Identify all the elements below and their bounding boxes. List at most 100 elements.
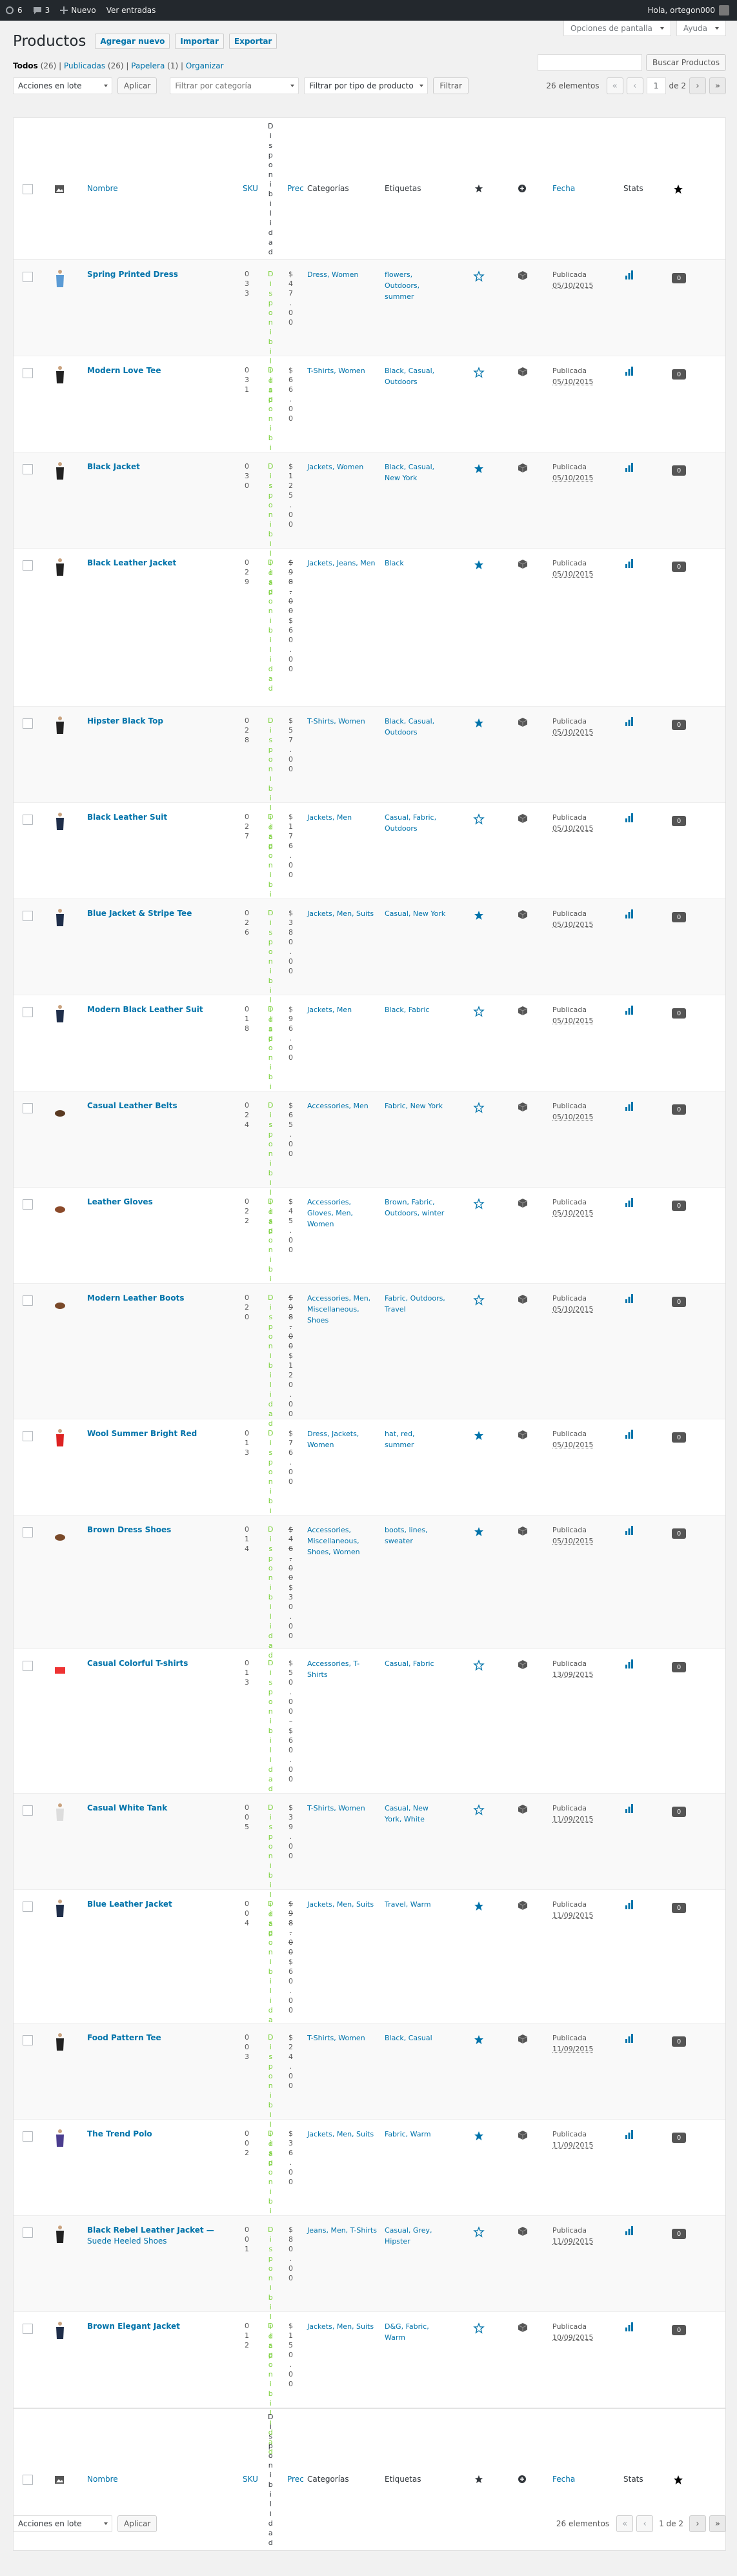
updates-link[interactable]: 6 <box>0 0 28 21</box>
product-name-link[interactable]: Brown Elegant Jacket <box>87 2321 239 2332</box>
product-name-link[interactable]: The Trend Polo <box>87 2129 239 2140</box>
row-checkbox[interactable] <box>23 368 33 378</box>
product-thumbnail[interactable] <box>54 461 66 480</box>
product-tags[interactable]: Fabric, Outdoors, Travel <box>385 1293 446 1315</box>
product-thumbnail[interactable] <box>54 1004 66 1022</box>
column-name[interactable]: Nombre <box>87 2475 118 2484</box>
featured-star-filled-icon[interactable] <box>473 717 485 731</box>
product-categories[interactable]: T-Shirts, Women <box>307 2033 379 2044</box>
product-thumbnail[interactable] <box>54 1899 66 1917</box>
product-name-link[interactable]: Food Pattern Tee <box>87 2033 239 2044</box>
apply-button[interactable]: Aplicar <box>117 77 157 94</box>
product-name-link[interactable]: Hipster Black Top <box>87 716 239 727</box>
product-tags[interactable]: Casual, Grey, Hipster <box>385 2225 446 2247</box>
product-categories[interactable]: Accessories, Men, Miscellaneous, Shoes <box>307 1293 379 1326</box>
product-name-link[interactable]: Black Leather Jacket <box>87 558 239 569</box>
product-thumbnail[interactable] <box>54 716 66 734</box>
product-name-link[interactable]: Leather Gloves <box>87 1197 239 1208</box>
import-button[interactable]: Importar <box>175 34 224 49</box>
category-filter-select[interactable]: Filtrar por categoría <box>170 77 299 94</box>
product-tags[interactable]: Fabric, Warm <box>385 2129 446 2140</box>
product-categories[interactable]: T-Shirts, Women <box>307 716 379 727</box>
product-thumbnail[interactable] <box>54 2033 66 2051</box>
column-date[interactable]: Fecha <box>552 184 575 193</box>
first-page-button[interactable]: « <box>616 2515 634 2532</box>
product-tags[interactable]: Black, Fabric <box>385 1004 446 1015</box>
row-checkbox[interactable] <box>23 1199 33 1210</box>
product-name-link[interactable]: Casual Leather Belts <box>87 1100 239 1111</box>
featured-star-empty-icon[interactable] <box>473 1294 485 1308</box>
stats-chart-icon[interactable] <box>625 1006 634 1017</box>
stats-chart-icon[interactable] <box>625 1900 634 1911</box>
export-button[interactable]: Exportar <box>228 34 278 49</box>
row-checkbox[interactable] <box>23 1805 33 1816</box>
comments-link[interactable]: 3 <box>28 0 56 21</box>
product-tags[interactable]: Black, Casual, New York <box>385 461 446 483</box>
product-thumbnail[interactable] <box>54 1293 66 1311</box>
column-price[interactable]: Precio <box>287 184 304 193</box>
product-tags[interactable]: flowers, Outdoors, summer <box>385 269 446 302</box>
product-categories[interactable]: Accessories, T-Shirts <box>307 1658 379 1680</box>
stats-chart-icon[interactable] <box>625 367 634 378</box>
featured-star-filled-icon[interactable] <box>473 1900 485 1914</box>
product-tags[interactable]: hat, red, summer <box>385 1428 446 1450</box>
prev-page-button[interactable]: ‹ <box>636 2515 654 2532</box>
product-tags[interactable]: Casual, Fabric <box>385 1658 446 1669</box>
stats-chart-icon[interactable] <box>625 2130 634 2141</box>
featured-star-empty-icon[interactable] <box>473 1102 485 1115</box>
stats-chart-icon[interactable] <box>625 1659 634 1670</box>
search-input[interactable] <box>538 54 643 71</box>
first-page-button[interactable]: « <box>606 77 623 94</box>
next-page-button[interactable]: › <box>689 2515 706 2532</box>
featured-star-empty-icon[interactable] <box>473 1006 485 1019</box>
featured-star-filled-icon[interactable] <box>473 463 485 476</box>
new-content-menu[interactable]: Nuevo <box>55 0 101 21</box>
row-checkbox[interactable] <box>23 2131 33 2142</box>
product-thumbnail[interactable] <box>54 908 66 926</box>
stats-chart-icon[interactable] <box>625 1294 634 1305</box>
product-subname[interactable]: Suede Heeled Shoes <box>87 2236 239 2247</box>
row-checkbox[interactable] <box>23 1295 33 1306</box>
product-tags[interactable]: Travel, Warm <box>385 1899 446 1910</box>
stats-chart-icon[interactable] <box>625 1430 634 1441</box>
stats-chart-icon[interactable] <box>625 2034 634 2045</box>
product-name-link[interactable]: Casual Colorful T-shirts <box>87 1658 239 1669</box>
row-checkbox[interactable] <box>23 2324 33 2334</box>
last-page-button[interactable]: » <box>709 2515 726 2532</box>
column-price[interactable]: Precio <box>287 2475 304 2484</box>
row-checkbox[interactable] <box>23 1103 33 1113</box>
product-categories[interactable]: Accessories, Gloves, Men, Women <box>307 1197 379 1230</box>
stats-chart-icon[interactable] <box>625 717 634 728</box>
product-name-link[interactable]: Black Jacket <box>87 461 239 472</box>
product-thumbnail[interactable] <box>54 2129 66 2147</box>
account-menu[interactable]: Hola, ortegon000 <box>647 5 737 15</box>
featured-star-filled-icon[interactable] <box>473 2130 485 2144</box>
product-categories[interactable]: Dress, Women <box>307 269 379 280</box>
stats-chart-icon[interactable] <box>625 270 634 281</box>
product-tags[interactable]: Black, Casual <box>385 2033 446 2044</box>
column-name[interactable]: Nombre <box>87 184 118 193</box>
stats-chart-icon[interactable] <box>625 2322 634 2333</box>
product-name-link[interactable]: Casual White Tank <box>87 1803 239 1814</box>
product-tags[interactable]: Casual, Fabric, Outdoors <box>385 812 446 834</box>
row-checkbox[interactable] <box>23 815 33 825</box>
product-categories[interactable]: T-Shirts, Women <box>307 365 379 376</box>
stats-chart-icon[interactable] <box>625 813 634 824</box>
product-thumbnail[interactable] <box>54 269 66 287</box>
row-checkbox[interactable] <box>23 2035 33 2045</box>
view-entries-link[interactable]: Ver entradas <box>101 0 161 21</box>
product-thumbnail[interactable] <box>54 812 66 830</box>
view-sort[interactable]: Organizar <box>186 61 224 70</box>
row-checkbox[interactable] <box>23 464 33 474</box>
stats-chart-icon[interactable] <box>625 1198 634 1209</box>
row-checkbox[interactable] <box>23 560 33 571</box>
row-checkbox[interactable] <box>23 1661 33 1671</box>
product-name-link[interactable]: Black Leather Suit <box>87 812 239 823</box>
product-categories[interactable]: Jackets, Men <box>307 1004 379 1015</box>
stats-chart-icon[interactable] <box>625 463 634 474</box>
product-name-link[interactable]: Blue Jacket & Stripe Tee <box>87 908 239 919</box>
featured-star-empty-icon[interactable] <box>473 2226 485 2240</box>
featured-star-filled-icon[interactable] <box>473 909 485 923</box>
product-categories[interactable]: Dress, Jackets, Women <box>307 1428 379 1450</box>
product-tags[interactable]: Black, Casual, Outdoors <box>385 716 446 738</box>
